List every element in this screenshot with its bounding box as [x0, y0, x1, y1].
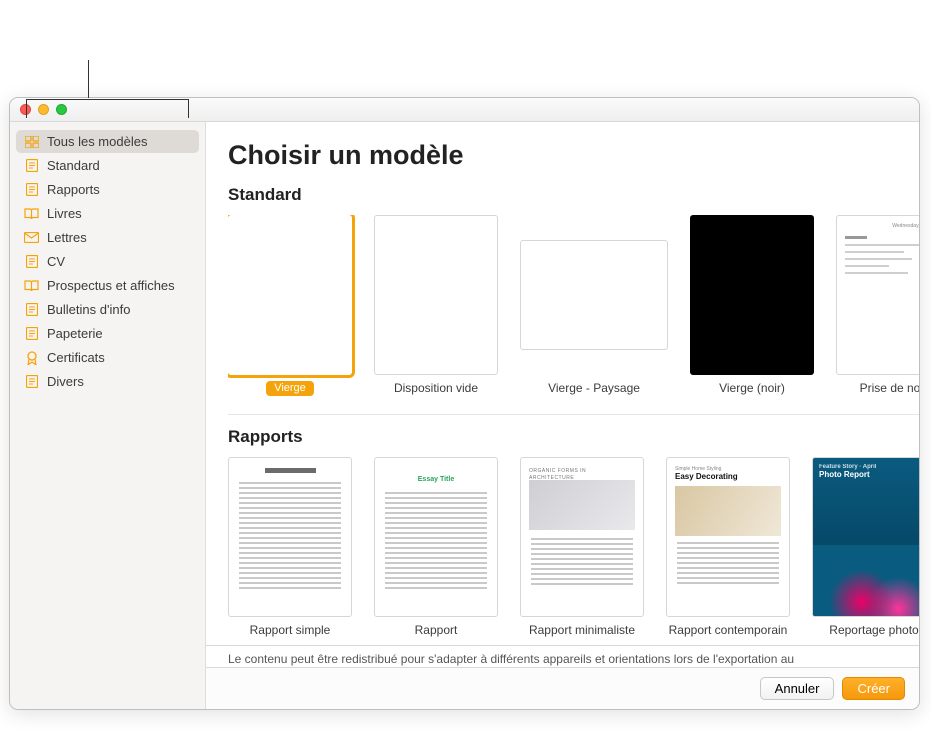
template-label: Rapport	[415, 623, 458, 637]
template-card[interactable]: Wednesday, December 10 Prise de notes	[836, 215, 919, 396]
callout-bracket-right	[89, 99, 189, 100]
template-thumbnail[interactable]	[228, 457, 352, 617]
template-thumbnail[interactable]	[374, 215, 498, 375]
template-label: Rapport simple	[250, 623, 331, 637]
sidebar-item-label: Certificats	[47, 350, 105, 365]
window-titlebar	[10, 98, 919, 122]
info-bar: Le contenu peut être redistribué pour s'…	[206, 645, 919, 667]
sidebar-item-prospectus-et-affiches[interactable]: Prospectus et affiches	[16, 274, 199, 297]
sidebar-item-standard[interactable]: Standard	[16, 154, 199, 177]
template-chooser-window: Tous les modèles Standard Rapports Livres Le…	[9, 97, 920, 710]
template-label: Prise de notes	[860, 381, 919, 395]
sidebar-item-livres[interactable]: Livres	[16, 202, 199, 225]
template-label: Vierge	[266, 381, 314, 396]
template-card[interactable]: Vierge - Paysage	[520, 215, 668, 396]
create-button[interactable]: Créer	[842, 677, 905, 700]
template-label: Reportage photo	[829, 623, 918, 637]
sidebar-item-divers[interactable]: Divers	[16, 370, 199, 393]
doc-icon	[24, 159, 39, 172]
info-text: Le contenu peut être redistribué pour s'…	[228, 652, 794, 666]
page-title: Choisir un modèle	[228, 140, 919, 171]
template-thumbnail[interactable]	[520, 240, 668, 350]
sidebar-item-label: Tous les modèles	[47, 134, 147, 149]
callout-line	[88, 60, 89, 98]
sidebar-item-label: Livres	[47, 206, 82, 221]
doc-icon	[24, 327, 39, 340]
main-panel: Choisir un modèle Standard Vierge Disposit…	[206, 122, 919, 709]
sidebar-item-label: Rapports	[47, 182, 100, 197]
mail-icon	[24, 231, 39, 244]
template-card[interactable]: Simple Home StylingEasy Decorating Rappor…	[666, 457, 790, 637]
sidebar-item-label: CV	[47, 254, 65, 269]
template-scroll-area[interactable]: Choisir un modèle Standard Vierge Disposit…	[206, 122, 919, 645]
template-thumbnail[interactable]: Wednesday, December 10	[836, 215, 919, 375]
sidebar-item-label: Bulletins d'info	[47, 302, 130, 317]
sidebar-item-bulletins-d-info[interactable]: Bulletins d'info	[16, 298, 199, 321]
template-label: Vierge (noir)	[719, 381, 785, 395]
sidebar-item-papeterie[interactable]: Papeterie	[16, 322, 199, 345]
callout-bracket-left	[26, 99, 89, 100]
template-label: Vierge - Paysage	[548, 381, 640, 395]
template-thumbnail[interactable]: Essay Title	[374, 457, 498, 617]
section-title: Standard	[228, 185, 919, 205]
template-label: Rapport minimaliste	[529, 623, 635, 637]
sidebar-item-label: Lettres	[47, 230, 87, 245]
sidebar-item-tous-les-mod-les[interactable]: Tous les modèles	[16, 130, 199, 153]
sidebar-item-cv[interactable]: CV	[16, 250, 199, 273]
grid-icon	[24, 135, 39, 148]
sidebar-item-lettres[interactable]: Lettres	[16, 226, 199, 249]
template-card[interactable]: Vierge	[228, 215, 352, 396]
doc-icon	[24, 303, 39, 316]
template-section: Standard Vierge Disposition vide Vierge - P…	[228, 185, 919, 396]
template-thumbnail[interactable]: Feature Story · AprilPhoto Report	[812, 457, 919, 617]
template-thumbnail[interactable]: ORGANIC FORMS IN ARCHITECTURE	[520, 457, 644, 617]
cancel-button[interactable]: Annuler	[760, 677, 835, 700]
sidebar-item-label: Standard	[47, 158, 100, 173]
template-label: Rapport contemporain	[669, 623, 788, 637]
template-thumbnail[interactable]: Simple Home StylingEasy Decorating	[666, 457, 790, 617]
sidebar-item-certificats[interactable]: Certificats	[16, 346, 199, 369]
sidebar-item-label: Prospectus et affiches	[47, 278, 175, 293]
doc-icon	[24, 255, 39, 268]
sidebar-item-label: Papeterie	[47, 326, 103, 341]
template-thumbnail[interactable]	[690, 215, 814, 375]
book-icon	[24, 207, 39, 220]
template-thumbnail[interactable]	[228, 215, 352, 375]
book-icon	[24, 279, 39, 292]
template-card[interactable]: Disposition vide	[374, 215, 498, 396]
category-sidebar: Tous les modèles Standard Rapports Livres Le…	[10, 122, 206, 709]
template-card[interactable]: Feature Story · AprilPhoto Report Reporta…	[812, 457, 919, 637]
templates-row: Rapport simple Essay Title Rapport ORGANIC …	[228, 457, 919, 637]
doc-icon	[24, 183, 39, 196]
template-label: Disposition vide	[394, 381, 478, 395]
template-section: Rapports Rapport simple Essay Title Rapport…	[228, 414, 919, 637]
template-card[interactable]: ORGANIC FORMS IN ARCHITECTURE Rapport min…	[520, 457, 644, 637]
minimize-window-button[interactable]	[38, 104, 49, 115]
template-card[interactable]: Rapport simple	[228, 457, 352, 637]
footer-bar: Annuler Créer	[206, 667, 919, 709]
fullscreen-window-button[interactable]	[56, 104, 67, 115]
templates-row: Vierge Disposition vide Vierge - Paysage Vi…	[228, 215, 919, 396]
template-card[interactable]: Essay Title Rapport	[374, 457, 498, 637]
template-card[interactable]: Vierge (noir)	[690, 215, 814, 396]
ribbon-icon	[24, 351, 39, 364]
section-title: Rapports	[228, 427, 919, 447]
sidebar-item-label: Divers	[47, 374, 84, 389]
doc-icon	[24, 375, 39, 388]
sidebar-item-rapports[interactable]: Rapports	[16, 178, 199, 201]
